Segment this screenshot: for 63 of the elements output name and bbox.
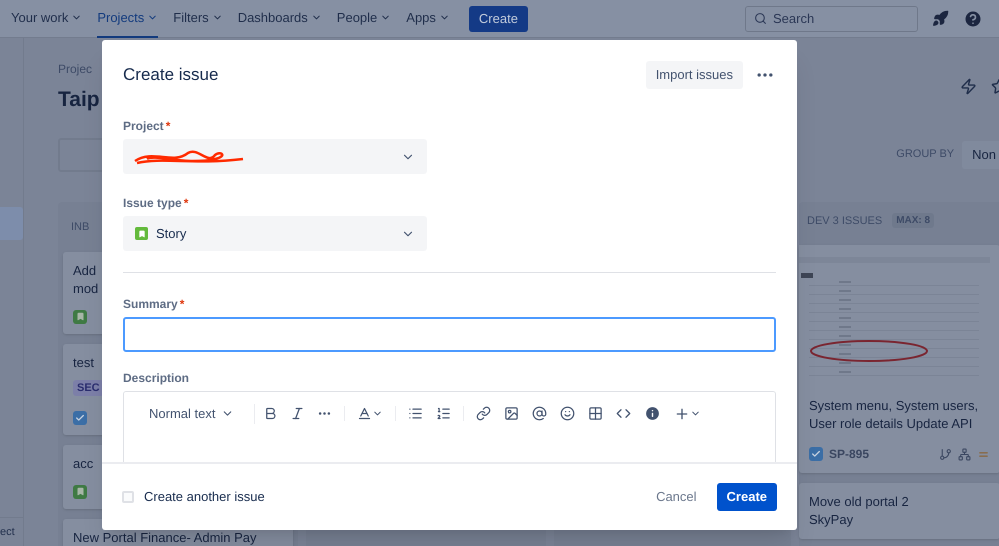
numbered-list-icon[interactable] xyxy=(436,406,452,422)
column-title: DEV 3 ISSUES xyxy=(807,214,882,228)
italic-icon[interactable] xyxy=(290,406,306,422)
story-icon xyxy=(73,310,87,324)
import-issues-button[interactable]: Import issues xyxy=(646,61,743,89)
card-title: Move old portal 2 xyxy=(809,493,909,511)
group-by-label: GROUP BY xyxy=(896,147,954,162)
image-icon[interactable] xyxy=(504,406,520,422)
task-icon xyxy=(73,410,87,424)
group-by-dropdown[interactable]: Non xyxy=(962,140,999,168)
card-title: New Portal Finance- Admin Pay xyxy=(73,528,257,546)
nav-item[interactable]: Dashboards xyxy=(238,0,322,38)
info-icon[interactable] xyxy=(644,405,662,422)
nav-item[interactable]: Projects xyxy=(97,0,158,38)
dialog-title: Create issue xyxy=(123,64,218,86)
issue-key[interactable]: SP-895 xyxy=(829,445,870,463)
card-title: test xyxy=(73,354,94,372)
issue-type-select[interactable]: Story xyxy=(123,216,427,251)
nav-item[interactable]: Your work xyxy=(11,0,82,38)
table-icon[interactable] xyxy=(588,406,604,422)
board-title: Taip xyxy=(58,87,100,113)
branch-icon xyxy=(939,448,952,460)
hierarchy-icon xyxy=(958,448,971,460)
cancel-button[interactable]: Cancel xyxy=(644,483,709,511)
bold-icon[interactable] xyxy=(263,406,278,422)
sidebar-item[interactable]: ect xyxy=(0,524,23,540)
field-label: Summary * xyxy=(123,296,184,313)
summary-field[interactable] xyxy=(123,317,776,352)
mention-icon[interactable] xyxy=(532,406,548,422)
task-icon xyxy=(809,447,823,461)
story-icon xyxy=(73,484,87,498)
card-title: SkyPay xyxy=(809,511,854,529)
text-color-icon[interactable] xyxy=(357,406,372,422)
emoji-icon[interactable] xyxy=(560,406,576,422)
breadcrumb[interactable]: Projec xyxy=(58,60,100,78)
card-title: mod xyxy=(73,280,98,298)
story-icon xyxy=(135,227,148,240)
column-title: INB xyxy=(71,220,90,232)
card-title: Add xyxy=(73,262,96,280)
create-button[interactable]: Create xyxy=(716,483,777,511)
nav-item[interactable]: Apps xyxy=(406,0,450,38)
link-icon[interactable] xyxy=(476,406,492,422)
checkbox-label: Create another issue xyxy=(144,488,265,506)
card-title: User role details Update API xyxy=(809,415,972,433)
field-label: Project * xyxy=(123,118,170,135)
card-title: System menu, System users, xyxy=(809,397,978,415)
nav-item[interactable]: People xyxy=(336,0,392,38)
field-label: Description xyxy=(123,370,190,387)
nav-item[interactable]: Filters xyxy=(173,0,223,38)
bullet-list-icon[interactable] xyxy=(408,406,424,422)
issue-card[interactable]: System menu, System users, User role details Update API SP-895 xyxy=(799,245,999,473)
search-icon xyxy=(754,12,767,25)
text-style-dropdown[interactable]: Normal text xyxy=(149,404,256,424)
card-title: acc xyxy=(73,454,94,472)
field-label: Issue type * xyxy=(123,195,188,212)
lightning-icon[interactable] xyxy=(960,78,977,95)
search-field[interactable]: Search xyxy=(745,6,918,32)
create-button[interactable]: Create xyxy=(468,6,528,32)
card-tag: SEC xyxy=(73,380,104,396)
issue-card[interactable]: Move old portal 2 SkyPay xyxy=(799,483,999,539)
project-select[interactable] xyxy=(123,139,427,174)
help-icon[interactable] xyxy=(963,8,983,28)
checkbox[interactable] xyxy=(122,491,134,503)
